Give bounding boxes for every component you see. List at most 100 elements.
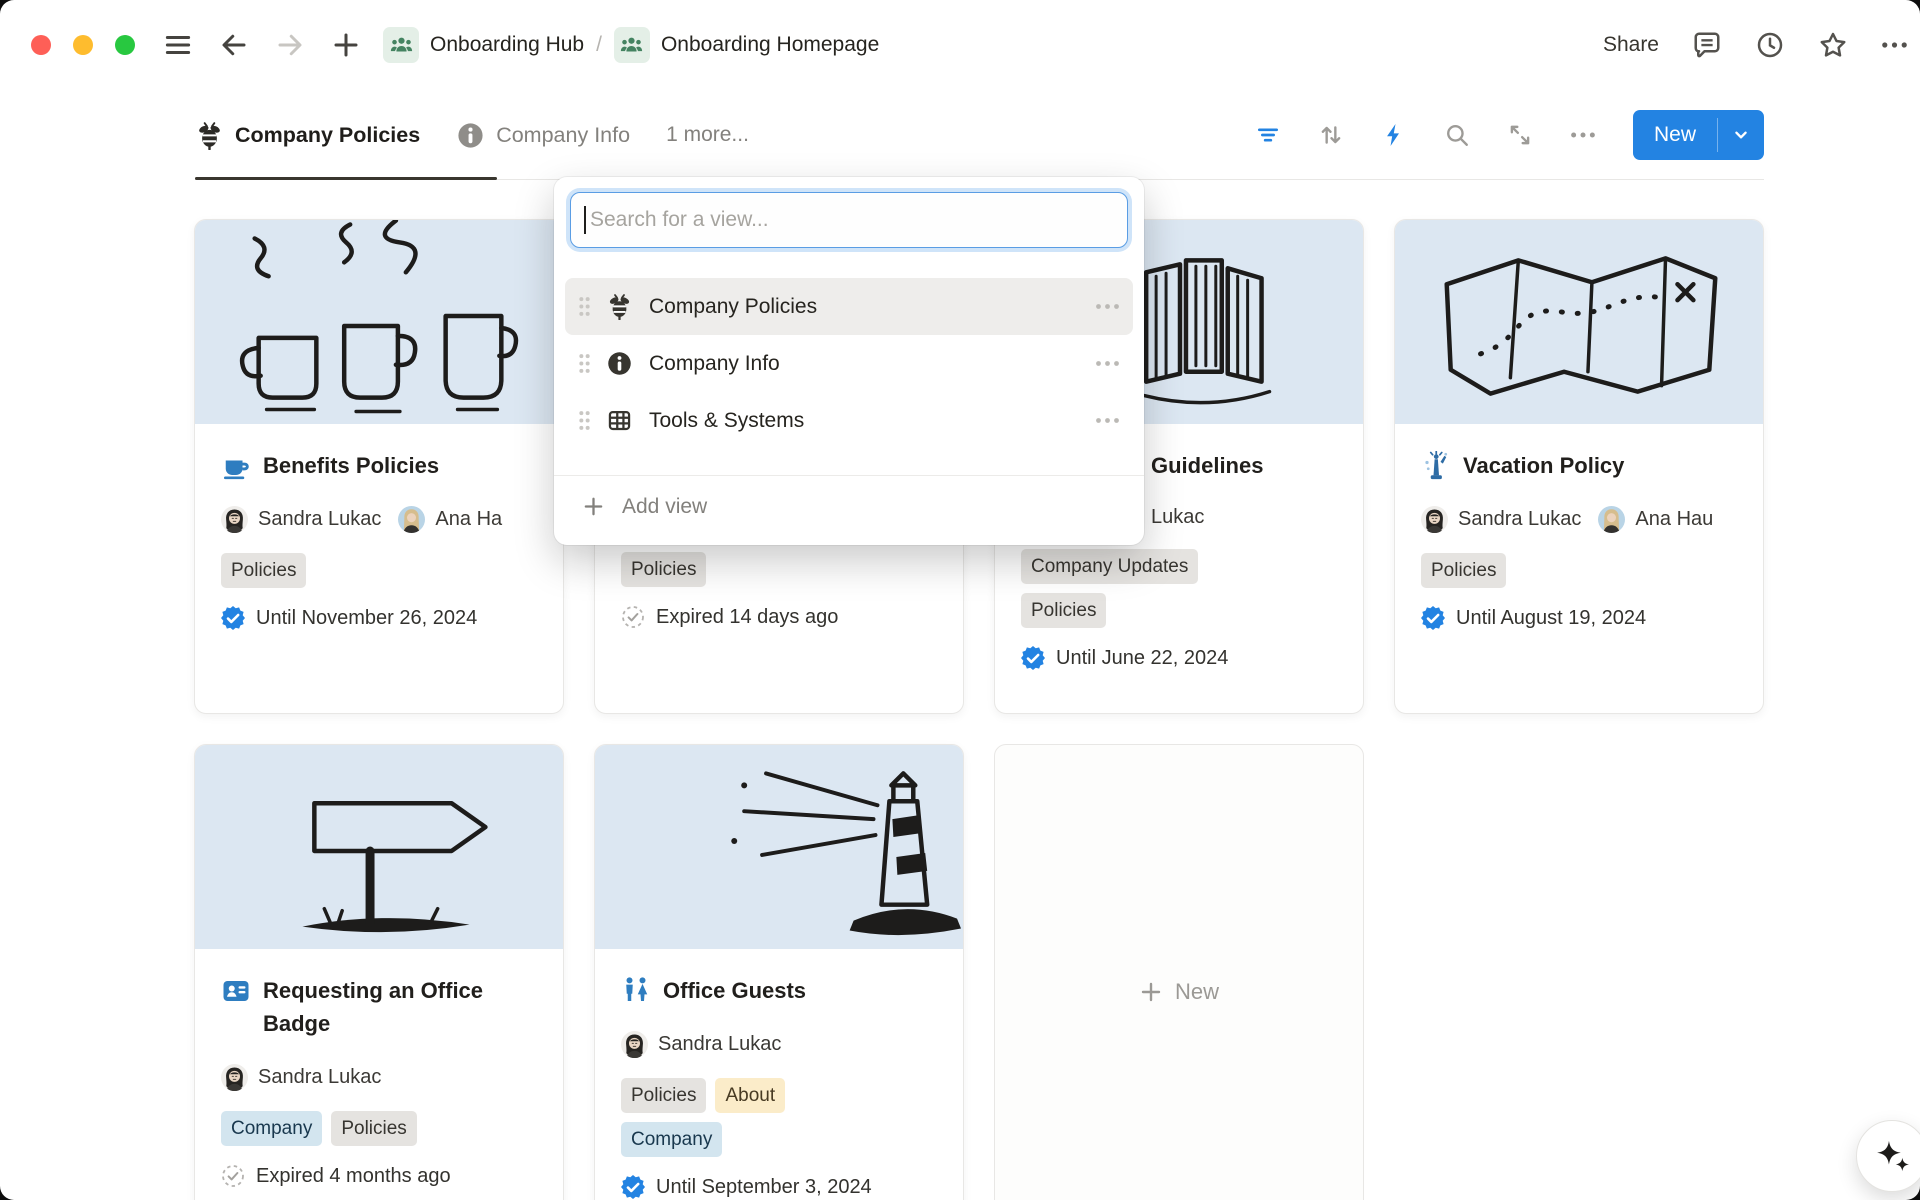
back-icon[interactable] [219, 30, 249, 60]
close-window-button[interactable] [31, 35, 51, 55]
breadcrumb: Onboarding Hub / Onboarding Homepage [383, 27, 879, 63]
view-more-options-icon[interactable] [1095, 417, 1120, 424]
plus-icon [1139, 980, 1163, 1004]
tags-property: Policies [1021, 593, 1337, 628]
two-people-icon [621, 976, 651, 1006]
drag-handle-icon[interactable] [578, 410, 591, 431]
tab-more-views[interactable]: 1 more... [666, 123, 749, 147]
tags-property: Company Updates [1021, 549, 1337, 584]
people-property: Sandra Lukac Ana Hau [1421, 506, 1737, 533]
sidebar-menu-icon[interactable] [163, 30, 193, 60]
expand-view-icon[interactable] [1507, 122, 1533, 148]
chevron-down-icon [1730, 124, 1752, 146]
tab-label: Company Info [496, 123, 630, 148]
tag: Company [621, 1122, 722, 1157]
bee-icon [195, 121, 224, 150]
forward-icon[interactable] [275, 30, 305, 60]
view-more-options-icon[interactable] [1095, 360, 1120, 367]
avatar [621, 1031, 648, 1058]
search-icon[interactable] [1444, 122, 1470, 148]
new-button[interactable]: New [1633, 110, 1717, 160]
person-name: Ana Ha [435, 508, 502, 531]
tab-company-policies[interactable]: Company Policies [195, 121, 420, 150]
breadcrumb-page[interactable]: Onboarding Homepage [661, 33, 879, 57]
people-property: Sandra Lukac [221, 1064, 537, 1091]
updates-clock-icon[interactable] [1755, 30, 1785, 60]
date-property: Expired 14 days ago [621, 605, 937, 629]
avatar [1421, 506, 1448, 533]
ai-assistant-button[interactable] [1856, 1120, 1920, 1192]
zoom-window-button[interactable] [115, 35, 135, 55]
plus-icon [582, 495, 605, 518]
nav-controls [163, 30, 361, 60]
view-item-label: Tools & Systems [649, 409, 804, 433]
tag: Policies [1021, 593, 1106, 628]
view-more-options-icon[interactable] [1095, 303, 1120, 310]
new-split-button: New [1633, 110, 1764, 160]
view-item-label: Company Policies [649, 295, 817, 319]
breadcrumb-separator: / [596, 33, 602, 57]
view-item-tools-systems[interactable]: Tools & Systems [565, 392, 1133, 449]
new-button-chevron[interactable] [1718, 110, 1764, 160]
drag-handle-icon[interactable] [578, 353, 591, 374]
new-card-placeholder[interactable]: New [994, 744, 1364, 1200]
card-vacation-policy[interactable]: Vacation Policy Sandra Lukac Ana Hau Pol… [1394, 219, 1764, 714]
avatar [221, 1064, 248, 1091]
new-page-icon[interactable] [331, 30, 361, 60]
card-title: Office Guests [663, 974, 806, 1007]
date-property: Until September 3, 2024 [621, 1175, 937, 1199]
id-badge-icon [221, 976, 251, 1006]
search-view-input[interactable] [590, 208, 1114, 232]
tags-property: Policies [621, 552, 937, 587]
topbar-actions: Share [1603, 30, 1908, 60]
date-property: Until November 26, 2024 [221, 606, 537, 630]
filter-icon[interactable] [1255, 122, 1281, 148]
card-benefits-policies[interactable]: Benefits Policies Sandra Lukac Ana Ha Po… [194, 219, 564, 714]
drag-handle-icon[interactable] [578, 296, 591, 317]
status-text: Until August 19, 2024 [1456, 607, 1646, 630]
breadcrumb-hub[interactable]: Onboarding Hub [430, 33, 584, 57]
minimize-window-button[interactable] [73, 35, 93, 55]
text-caret [584, 206, 586, 234]
card-title: Requesting an Office Badge [263, 974, 537, 1040]
notion-window: Onboarding Hub / Onboarding Homepage Sha… [0, 0, 1920, 1200]
teamspace-icon [383, 27, 419, 63]
favorite-star-icon[interactable] [1818, 30, 1848, 60]
person-name: Sandra Lukac [258, 1066, 381, 1089]
tag: Company [221, 1111, 322, 1146]
add-view-button[interactable]: Add view [554, 476, 1144, 537]
bee-icon [606, 293, 633, 320]
tags-property: Company [621, 1122, 937, 1157]
automation-lightning-icon[interactable] [1381, 122, 1407, 148]
date-property: Until August 19, 2024 [1421, 606, 1737, 630]
comments-icon[interactable] [1692, 30, 1722, 60]
view-item-company-info[interactable]: Company Info [565, 335, 1133, 392]
new-card-label: New [1175, 979, 1219, 1005]
view-item-company-policies[interactable]: Company Policies [565, 278, 1133, 335]
card-office-guests[interactable]: Office Guests Sandra Lukac Policies Abou… [594, 744, 964, 1200]
card-title: Vacation Policy [1463, 449, 1624, 482]
avatar [1598, 506, 1625, 533]
view-item-label: Company Info [649, 352, 780, 376]
view-more-icon[interactable] [1570, 131, 1596, 139]
sort-icon[interactable] [1318, 122, 1344, 148]
verified-check-icon [1021, 646, 1045, 670]
tab-company-info[interactable]: Company Info [456, 121, 630, 150]
tag: Policies [621, 552, 706, 587]
tab-label: Company Policies [235, 123, 420, 148]
person-name: Sandra Lukac [658, 1033, 781, 1056]
card-title: Benefits Policies [263, 449, 439, 482]
cover-illustration-coffee-mugs [195, 220, 563, 424]
cover-illustration-map [1395, 220, 1763, 424]
view-tabs: Company Policies Company Info 1 more... [195, 121, 749, 150]
view-search-field[interactable] [570, 192, 1128, 248]
verified-check-icon [221, 606, 245, 630]
share-button[interactable]: Share [1603, 33, 1659, 57]
card-title-visible: Guidelines [1151, 449, 1263, 482]
more-options-icon[interactable] [1881, 30, 1908, 60]
status-text: Until June 22, 2024 [1056, 647, 1228, 670]
card-office-badge[interactable]: Requesting an Office Badge Sandra Lukac … [194, 744, 564, 1200]
add-view-label: Add view [622, 495, 707, 519]
expired-check-icon [221, 1164, 245, 1188]
active-tab-underline [195, 177, 497, 180]
